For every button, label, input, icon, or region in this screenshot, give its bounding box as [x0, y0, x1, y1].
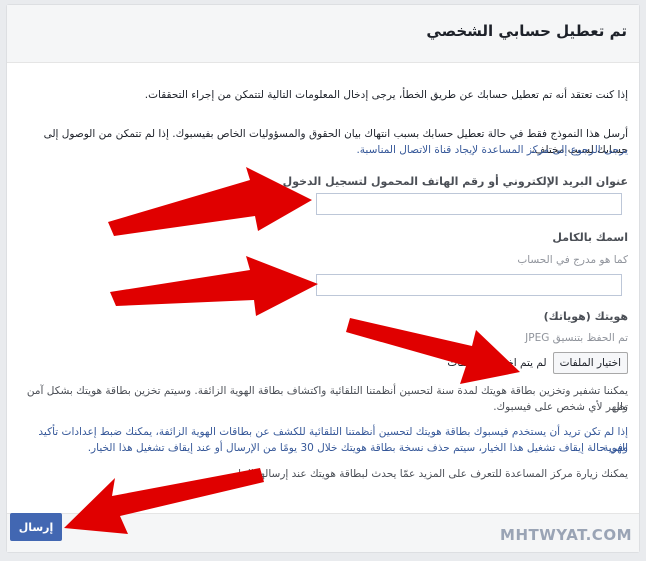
submit-button[interactable]: إرسال [10, 513, 62, 541]
note-1b: تظهر لأي شخص على فيسبوك. [493, 401, 628, 413]
email-field[interactable] [316, 193, 622, 215]
card-header: تم تعطيل حسابي الشخصي [7, 5, 639, 63]
note-2b: وفي حالة إيقاف تشغيل هذا الخيار، سيتم حذ… [87, 442, 628, 454]
help-center-link[interactable]: يرجى الرجوع إلى مركز المساعدة لإيجاد قنا… [18, 142, 628, 158]
id-hint: تم الحفظ بتنسيق JPEG [525, 332, 628, 344]
watermark: MHTWYAT.COM [500, 526, 632, 544]
page-title: تم تعطيل حسابي الشخصي [426, 22, 627, 40]
name-hint: كما هو مدرج في الحساب [517, 254, 628, 266]
intro-line-1: إذا كنت تعتقد أنه تم تعطيل حسابك عن طريق… [144, 89, 628, 101]
note-3: يمكنك زيارة مركز المساعدة للتعرف على الم… [234, 468, 628, 480]
name-label: اسمك بالكامل [552, 231, 628, 244]
email-label: عنوان البريد الإلكتروني أو رقم الهاتف ال… [282, 175, 628, 188]
choose-files-button[interactable]: اختيار الملفات [552, 352, 628, 374]
file-upload: اختيار الملفات لم يتم اختيار أي ملفات [447, 352, 628, 374]
file-status: لم يتم اختيار أي ملفات [447, 357, 547, 369]
full-name-field[interactable] [316, 274, 622, 296]
id-label: هويتك (هوياتك) [543, 310, 628, 323]
